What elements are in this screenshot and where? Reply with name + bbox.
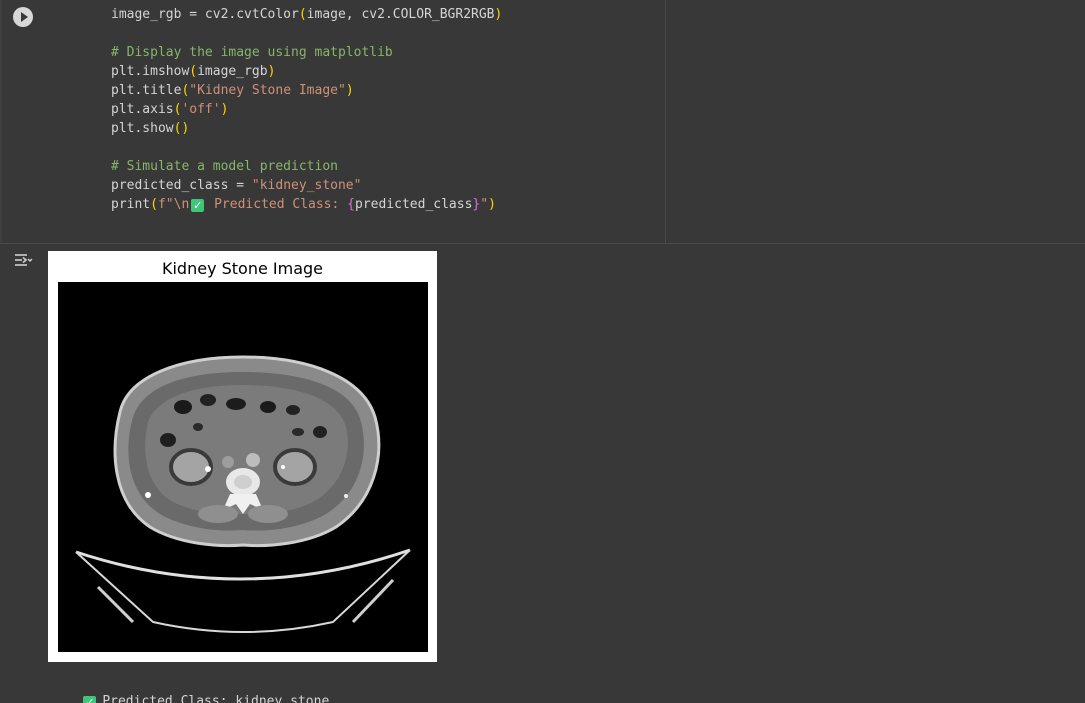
code-token: ) — [220, 102, 229, 117]
code-token: plt.imshow — [111, 64, 190, 79]
code-token: ) — [345, 83, 354, 98]
code-line: plt.imshow(image_rgb) — [111, 62, 502, 81]
code-line: # Display the image using matplotlib — [111, 43, 502, 62]
code-token: Predicted Class: — [206, 197, 348, 212]
predicted-class-text: Predicted Class: kidney_stone — [102, 694, 330, 703]
code-token: { — [347, 197, 355, 212]
code-token: plt.title — [111, 83, 182, 98]
output-toggle-icon[interactable] — [13, 252, 33, 268]
code-cell[interactable]: image_rgb = cv2.cvtColor(image, cv2.COLO… — [0, 0, 1085, 244]
code-token: plt.show — [111, 121, 174, 136]
matplotlib-figure: Kidney Stone Image — [48, 251, 437, 662]
code-token: 'off' — [181, 102, 221, 117]
code-editor[interactable]: image_rgb = cv2.cvtColor(image, cv2.COLO… — [111, 5, 502, 214]
code-token: plt.axis — [111, 102, 174, 117]
code-token: "Kidney Stone Image" — [189, 83, 346, 98]
code-line: plt.show() — [111, 119, 502, 138]
code-token: f"\n — [157, 197, 190, 212]
play-icon — [21, 12, 28, 22]
code-token: image_rgb — [197, 64, 268, 79]
stdout-output: ✓ Predicted Class: kidney_stone — [52, 679, 329, 703]
code-token: image_rgb = cv2.cvtColor — [111, 7, 299, 22]
code-token: predicted_class = — [111, 178, 252, 193]
code-token: # Simulate a model prediction — [111, 159, 338, 174]
code-token: # Display the image using matplotlib — [111, 45, 393, 60]
code-token: ( — [150, 197, 158, 212]
code-token: ) — [494, 7, 503, 22]
run-cell-button[interactable] — [13, 7, 33, 27]
figure-title: Kidney Stone Image — [161, 259, 324, 278]
code-token: () — [173, 121, 190, 136]
ct-scan-image — [58, 282, 428, 652]
code-token: ) — [267, 64, 276, 79]
code-token: ( — [189, 64, 198, 79]
editor-divider — [665, 0, 666, 243]
code-token: " — [480, 197, 489, 212]
code-token: predicted_class — [355, 197, 473, 212]
code-line: image_rgb = cv2.cvtColor(image, cv2.COLO… — [111, 5, 502, 24]
code-line: plt.title("Kidney Stone Image") — [111, 81, 502, 100]
code-token: ) — [488, 197, 496, 212]
code-token: ( — [298, 7, 307, 22]
code-line: predicted_class = "kidney_stone" — [111, 176, 502, 195]
check-box-icon: ✓ — [191, 199, 205, 212]
code-line: plt.axis('off') — [111, 100, 502, 119]
code-line: print(f"\n ✓ Predicted Class: {predicted_… — [111, 195, 502, 214]
check-box-icon: ✓ — [83, 696, 97, 703]
code-token: print — [111, 197, 151, 212]
notebook: image_rgb = cv2.cvtColor(image, cv2.COLO… — [0, 0, 1085, 703]
cell-left-border — [0, 0, 2, 243]
code-token: "kidney_stone" — [251, 178, 362, 193]
code-token: image, cv2.COLOR_BGR2RGB — [306, 7, 495, 22]
code-line: # Simulate a model prediction — [111, 157, 502, 176]
